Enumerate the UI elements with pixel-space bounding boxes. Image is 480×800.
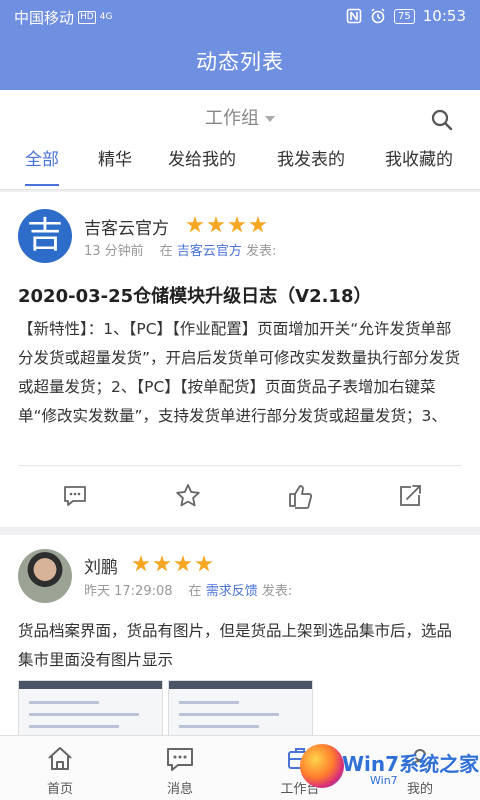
star-icon: [228, 216, 246, 233]
filter-bar: 工作组 全部 精华 发给我的 我发表的 我收藏的: [0, 90, 480, 190]
rating-stars: [132, 555, 213, 573]
nfc-icon: [346, 8, 362, 24]
home-icon: [48, 747, 72, 770]
post-body[interactable]: 货品档案界面，货品有图片，但是货品上架到选品集市后，选品集市里面没有图片显示: [18, 617, 464, 675]
star-icon: [186, 216, 204, 233]
post-image[interactable]: [168, 680, 313, 735]
nav-messages[interactable]: 消息: [140, 744, 220, 797]
tab-my-favorites[interactable]: 我收藏的: [385, 146, 453, 174]
alarm-icon: [371, 8, 385, 24]
page-title: 动态列表: [196, 50, 284, 74]
nav-messages-label: 消息: [166, 782, 193, 797]
post-time: 昨天 17:29:08: [84, 584, 173, 599]
group-link[interactable]: 需求反馈: [206, 584, 258, 599]
meta-action-label: 发表:: [246, 244, 277, 259]
post-body[interactable]: 【新特性】：1、【PC】【作业配置】页面增加开关“允许发货单部分发货或超量发货”…: [18, 315, 464, 431]
meta-in-label: 在: [188, 584, 202, 599]
nav-home[interactable]: 首页: [20, 744, 100, 797]
star-icon: [174, 555, 192, 572]
tab-sent-to-me[interactable]: 发给我的: [168, 146, 236, 174]
status-bar: 中国移动 HD 4G 75 10:53: [0, 0, 480, 34]
like-icon[interactable]: [286, 482, 314, 510]
feed-card[interactable]: 吉 吉客云官方 13 分钟前在 吉客云官方 发表: 2020-03-25仓储模块…: [0, 192, 480, 527]
network-badge: 4G: [99, 12, 113, 22]
comment-icon[interactable]: [61, 482, 89, 510]
watermark: Win7系统之家 Win7: [300, 742, 479, 792]
meta-action-label: 发表:: [261, 584, 293, 599]
caret-down-icon: [265, 116, 275, 122]
app-header: 动态列表: [0, 34, 480, 90]
post-time: 13 分钟前: [84, 244, 144, 259]
hd-badge: HD: [78, 11, 96, 24]
message-icon: [167, 748, 193, 771]
post-title[interactable]: 2020-03-25仓储模块升级日志（V2.18）: [18, 282, 371, 308]
post-meta: 13 分钟前在 吉客云官方 发表:: [84, 240, 276, 259]
avatar[interactable]: 吉: [18, 209, 72, 263]
star-icon: [132, 555, 150, 572]
nav-home-label: 首页: [46, 782, 73, 797]
clock-time: 10:53: [422, 7, 466, 25]
tab-featured[interactable]: 精华: [98, 146, 132, 174]
favorite-star-icon[interactable]: [174, 482, 202, 510]
rating-stars: [186, 216, 267, 234]
author-name[interactable]: 刘鹏: [84, 553, 118, 578]
search-icon[interactable]: [430, 108, 454, 132]
author-name[interactable]: 吉客云官方: [84, 214, 169, 239]
group-selector[interactable]: 工作组: [0, 104, 480, 130]
tab-all[interactable]: 全部: [25, 146, 59, 186]
post-actions: [0, 466, 480, 526]
watermark-subtext: Win7: [370, 774, 398, 787]
star-icon: [207, 216, 225, 233]
star-icon: [153, 555, 171, 572]
star-icon: [249, 216, 267, 233]
group-link[interactable]: 吉客云官方: [177, 244, 242, 259]
avatar[interactable]: [18, 549, 72, 603]
battery-indicator: 75: [394, 8, 415, 24]
share-icon[interactable]: [396, 482, 424, 510]
post-meta: 昨天 17:29:08 在 需求反馈 发表:: [84, 580, 292, 599]
meta-in-label: 在: [159, 244, 173, 259]
watermark-text: Win7系统之家: [342, 752, 480, 776]
carrier-label: 中国移动: [14, 9, 75, 27]
tab-my-posts[interactable]: 我发表的: [277, 146, 345, 174]
watermark-logo-icon: [300, 744, 344, 788]
group-selector-label: 工作组: [205, 108, 259, 129]
feed-card[interactable]: 刘鹏 昨天 17:29:08 在 需求反馈 发表: 货品档案界面，货品有图片，但是…: [0, 535, 480, 735]
feed-tabs: 全部 精华 发给我的 我发表的 我收藏的: [0, 146, 480, 190]
post-image[interactable]: [18, 680, 163, 735]
star-icon: [195, 555, 213, 572]
